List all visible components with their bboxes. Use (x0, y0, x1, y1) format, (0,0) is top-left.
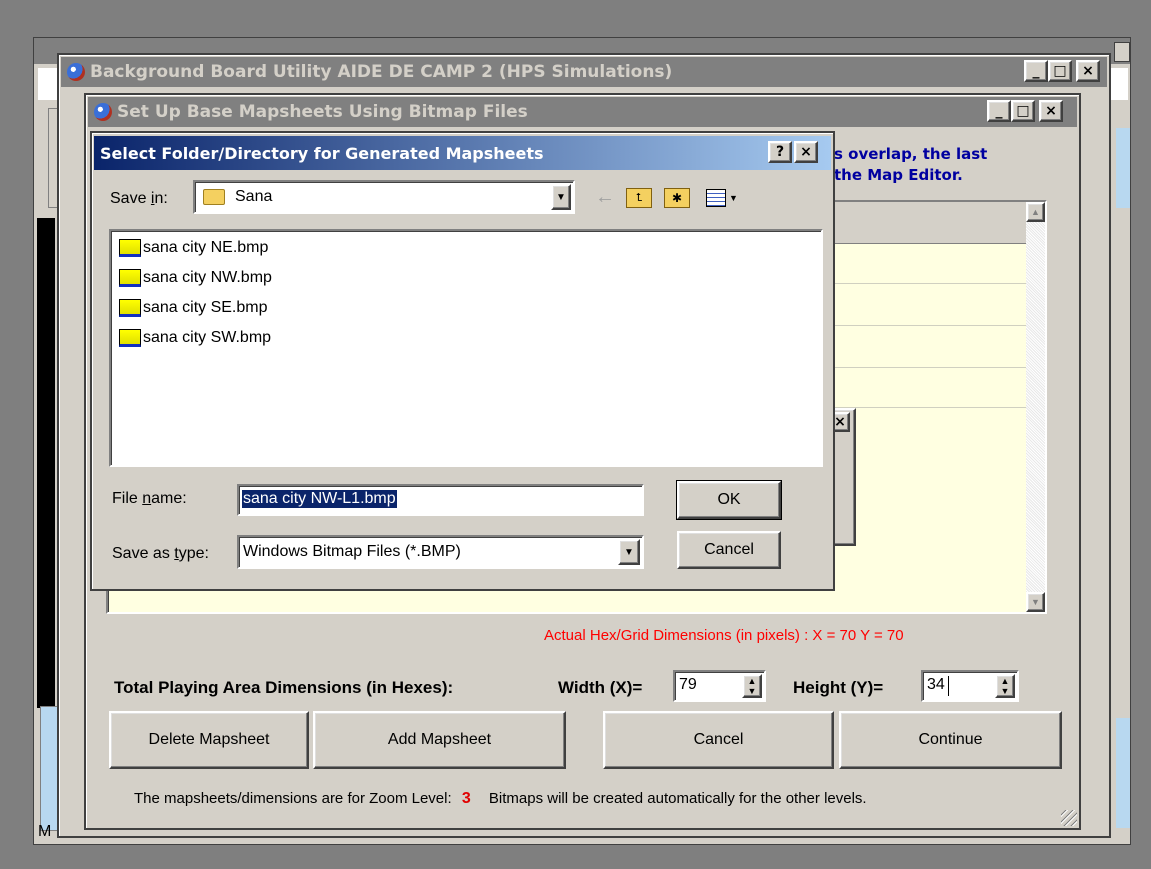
save-in-label-pre: Save (110, 190, 151, 207)
zoom-level-text: The mapsheets/dimensions are for Zoom Le… (134, 790, 867, 808)
save-as-label-pre: Save as (112, 545, 175, 562)
cancel-button[interactable]: Cancel (603, 711, 834, 769)
width-label: Width (X)= (558, 678, 643, 697)
save-in-label-post: n: (154, 190, 168, 207)
bitmap-file-icon (119, 269, 141, 287)
file-item[interactable]: sana city NE.bmp (111, 233, 821, 263)
new-folder-icon[interactable]: ✱ (664, 188, 690, 208)
background-m-char: M (38, 823, 52, 840)
width-input[interactable]: 79 (679, 676, 697, 694)
help-button[interactable]: ? (768, 141, 792, 163)
main-window-title: Background Board Utility AIDE DE CAMP 2 … (90, 62, 673, 82)
zoom-level-value: 3 (461, 790, 471, 807)
size-grip[interactable] (1061, 810, 1077, 826)
minimize-button[interactable]: _ (1024, 60, 1048, 82)
instruction-line-2: the Map Editor. (834, 166, 963, 184)
file-name-label-post: ame: (151, 490, 187, 507)
save-as-label-post: ype: (178, 545, 209, 562)
file-item-name: sana city NW.bmp (143, 269, 272, 286)
file-name-label-accesskey: n (142, 490, 152, 507)
instruction-line-1: s overlap, the last (834, 145, 988, 163)
zoom-text-prefix: The mapsheets/dimensions are for Zoom Le… (134, 790, 452, 807)
spin-up-arrow[interactable]: ▲ (744, 676, 760, 686)
save-in-dropdown[interactable]: Sana ▼ (193, 180, 575, 214)
chevron-down-icon[interactable]: ▼ (551, 184, 571, 210)
chevron-down-icon: ▼ (729, 193, 738, 203)
actual-hex-dimensions: Actual Hex/Grid Dimensions (in pixels) :… (544, 627, 904, 644)
ok-button[interactable]: OK (676, 480, 782, 520)
background-right-box (1116, 128, 1130, 208)
main-window-titlebar: Background Board Utility AIDE DE CAMP 2 … (61, 57, 1107, 87)
file-item-name: sana city NE.bmp (143, 239, 269, 256)
mapsheet-close-button[interactable]: × (1039, 100, 1063, 122)
spin-down-arrow[interactable]: ▼ (744, 686, 760, 696)
save-as-type-dropdown[interactable]: Windows Bitmap Files (*.BMP) ▼ (237, 535, 644, 569)
add-mapsheet-button[interactable]: Add Mapsheet (313, 711, 566, 769)
spin-up-arrow[interactable]: ▲ (997, 676, 1013, 686)
file-name-input[interactable]: sana city NW-L1.bmp (242, 490, 397, 508)
mapsheet-list-scrollbar[interactable]: ▲ ▼ (1026, 202, 1045, 612)
globe-icon (67, 63, 85, 81)
mapsheet-window-titlebar: Set Up Base Mapsheets Using Bitmap Files (88, 97, 1077, 127)
close-button[interactable]: × (1076, 60, 1100, 82)
save-in-value: Sana (235, 188, 273, 205)
width-input-box[interactable]: 79 ▲ ▼ (673, 670, 766, 702)
background-right-box-2 (1116, 718, 1130, 828)
scroll-down-arrow[interactable]: ▼ (1026, 592, 1045, 612)
view-grid-icon (706, 189, 726, 207)
mapsheet-window-title: Set Up Base Mapsheets Using Bitmap Files (117, 102, 528, 122)
view-menu-icon[interactable]: ▼ (706, 187, 744, 209)
file-list[interactable]: sana city NE.bmp sana city NW.bmp sana c… (109, 229, 823, 467)
chevron-down-icon[interactable]: ▼ (618, 539, 640, 565)
file-dialog-titlebar: Select Folder/Directory for Generated Ma… (94, 136, 831, 170)
spin-down-arrow[interactable]: ▼ (997, 686, 1013, 696)
zoom-text-suffix: Bitmaps will be created automatically fo… (488, 790, 867, 807)
file-dialog: Select Folder/Directory for Generated Ma… (90, 131, 835, 591)
text-cursor (948, 676, 949, 696)
background-app-close-button[interactable] (1114, 42, 1130, 62)
file-name-input-box[interactable]: sana city NW-L1.bmp (237, 484, 644, 516)
background-dark-panel (37, 218, 55, 708)
maximize-button[interactable]: □ (1048, 60, 1072, 82)
height-input-box[interactable]: 34 ▲ ▼ (921, 670, 1019, 702)
up-folder-icon[interactable]: ⮤ (626, 188, 652, 208)
dialog-cancel-button[interactable]: Cancel (677, 531, 781, 569)
file-name-label: File name: (112, 490, 187, 508)
file-dialog-title: Select Folder/Directory for Generated Ma… (100, 143, 544, 163)
bitmap-file-icon (119, 299, 141, 317)
file-item[interactable]: sana city SE.bmp (111, 293, 821, 323)
mapsheet-maximize-button[interactable]: □ (1011, 100, 1035, 122)
save-as-type-label: Save as type: (112, 545, 209, 563)
height-spinner[interactable]: ▲ ▼ (995, 674, 1015, 698)
file-name-label-pre: File (112, 490, 143, 507)
bitmap-file-icon (119, 239, 141, 257)
save-as-type-value: Windows Bitmap Files (*.BMP) (243, 543, 461, 560)
file-dialog-close-button[interactable]: × (794, 141, 818, 163)
file-item[interactable]: sana city NW.bmp (111, 263, 821, 293)
file-item-name: sana city SW.bmp (143, 329, 272, 346)
mapsheet-minimize-button[interactable]: _ (987, 100, 1011, 122)
delete-mapsheet-button[interactable]: Delete Mapsheet (109, 711, 309, 769)
folder-icon (203, 189, 225, 205)
file-item[interactable]: sana city SW.bmp (111, 323, 821, 353)
scroll-up-arrow[interactable]: ▲ (1026, 202, 1045, 222)
bitmap-file-icon (119, 329, 141, 347)
total-area-label: Total Playing Area Dimensions (in Hexes)… (114, 678, 454, 697)
back-arrow-icon[interactable]: ← (592, 185, 618, 209)
width-spinner[interactable]: ▲ ▼ (742, 674, 762, 698)
height-input[interactable]: 34 (927, 676, 945, 694)
file-item-name: sana city SE.bmp (143, 299, 268, 316)
height-label: Height (Y)= (793, 678, 884, 697)
continue-button[interactable]: Continue (839, 711, 1062, 769)
save-in-label: Save in: (110, 190, 168, 208)
globe-icon (94, 103, 112, 121)
